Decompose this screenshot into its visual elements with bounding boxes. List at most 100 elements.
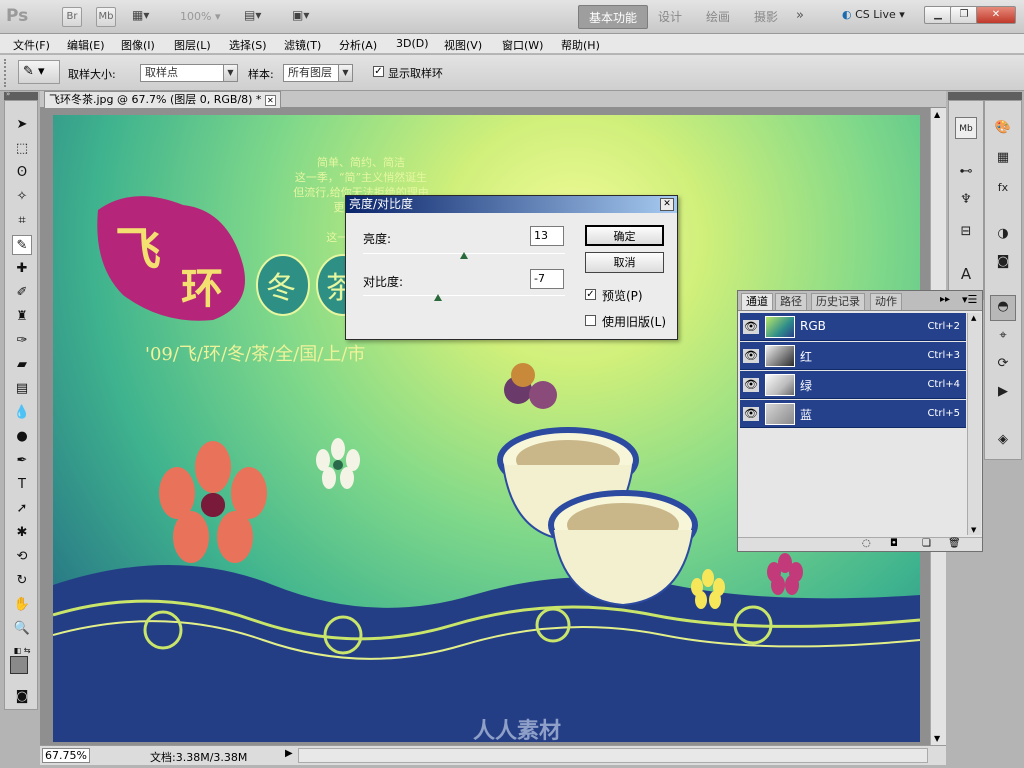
eye-icon[interactable]: 👁: [743, 320, 759, 334]
channel-row-blue[interactable]: 👁 蓝 Ctrl+5: [740, 400, 966, 428]
load-channel-as-selection-icon[interactable]: ◌: [862, 538, 871, 549]
more-workspaces-icon[interactable]: »: [796, 8, 804, 23]
save-selection-as-channel-icon[interactable]: ◘: [890, 538, 898, 549]
scroll-down-icon[interactable]: ▼: [971, 526, 976, 534]
swatches-icon[interactable]: ▦: [992, 147, 1014, 169]
brush-presets-icon[interactable]: ⊷: [955, 161, 977, 183]
panel-scrollbar[interactable]: ▲ ▼: [967, 313, 981, 535]
eye-icon[interactable]: 👁: [743, 407, 759, 421]
new-channel-icon[interactable]: ❏: [922, 538, 931, 549]
panel-menu-icon[interactable]: ▾☰: [962, 293, 977, 306]
menu-3d[interactable]: 3D(D): [396, 37, 429, 50]
crop-tool-icon[interactable]: ⌗: [12, 211, 32, 231]
3d-orbit-tool-icon[interactable]: ↻: [12, 571, 32, 591]
scroll-up-icon[interactable]: ▲: [934, 110, 940, 119]
menu-select[interactable]: 选择(S): [229, 37, 267, 53]
sample-layers-select[interactable]: 所有图层 ▼: [283, 64, 353, 82]
channel-row-red[interactable]: 👁 红 Ctrl+3: [740, 342, 966, 370]
contrast-slider-track[interactable]: [363, 295, 565, 296]
clone-stamp-tool-icon[interactable]: ♜: [12, 307, 32, 327]
move-tool-icon[interactable]: ➤: [12, 115, 32, 135]
shape-tool-icon[interactable]: ✱: [12, 523, 32, 543]
bridge-button[interactable]: Br: [62, 7, 82, 27]
show-sampling-ring-checkbox[interactable]: ✓: [373, 66, 384, 77]
cs-live-button[interactable]: ◐ CS Live ▾: [842, 8, 905, 21]
mini-bridge-button[interactable]: Mb: [96, 7, 116, 27]
menu-layer[interactable]: 图层(L): [174, 37, 211, 53]
workspace-photography[interactable]: 摄影: [744, 5, 788, 29]
brightness-input[interactable]: 13: [530, 226, 564, 246]
tool-preset-picker[interactable]: ✎ ▾: [18, 60, 60, 84]
restore-button[interactable]: ❐: [950, 6, 978, 24]
foreground-color-swatch[interactable]: [10, 656, 28, 674]
adjustments-icon[interactable]: ◑: [992, 223, 1014, 245]
paths-panel-icon[interactable]: ⌖: [992, 325, 1014, 347]
workspace-essentials[interactable]: 基本功能: [578, 5, 649, 29]
gradient-tool-icon[interactable]: ▤: [12, 379, 32, 399]
eye-icon[interactable]: 👁: [743, 349, 759, 363]
dodge-tool-icon[interactable]: ●: [12, 427, 32, 447]
contrast-input[interactable]: -7: [530, 269, 564, 289]
quick-mask-icon[interactable]: ◙: [12, 687, 32, 707]
document-tab[interactable]: 飞环冬茶.jpg @ 67.7% (图层 0, RGB/8) * ✕: [44, 91, 281, 108]
masks-icon[interactable]: ◙: [992, 251, 1014, 273]
3d-rotate-tool-icon[interactable]: ⟲: [12, 547, 32, 567]
contrast-slider-handle[interactable]: [433, 294, 442, 301]
blur-tool-icon[interactable]: 💧: [12, 403, 32, 423]
eye-icon[interactable]: 👁: [743, 378, 759, 392]
sample-size-select[interactable]: 取样点 ▼: [140, 64, 238, 82]
tab-actions[interactable]: 动作: [870, 293, 902, 310]
menu-edit[interactable]: 编辑(E): [67, 37, 105, 53]
clone-source-icon[interactable]: ♆: [955, 189, 977, 211]
menu-file[interactable]: 文件(F): [13, 37, 50, 53]
channel-row-rgb[interactable]: 👁 RGB Ctrl+2: [740, 313, 966, 341]
character-panel-icon[interactable]: A: [955, 263, 977, 285]
minimize-button[interactable]: ▁: [924, 6, 952, 24]
eraser-tool-icon[interactable]: ▰: [12, 355, 32, 375]
menu-view[interactable]: 视图(V): [444, 37, 482, 53]
marquee-tool-icon[interactable]: ⬚: [12, 139, 32, 159]
tab-history[interactable]: 历史记录: [811, 293, 865, 310]
tab-channels[interactable]: 通道: [741, 293, 773, 310]
spot-healing-tool-icon[interactable]: ✚: [12, 259, 32, 279]
screen-mode-icon[interactable]: ▣▾: [292, 8, 309, 22]
zoom-tool-icon[interactable]: 🔍: [12, 619, 32, 639]
tools-panel-header[interactable]: »: [4, 90, 38, 100]
workspace-design[interactable]: 设计: [648, 5, 692, 29]
channel-row-green[interactable]: 👁 绿 Ctrl+4: [740, 371, 966, 399]
menu-window[interactable]: 窗口(W): [502, 37, 543, 53]
brightness-slider-handle[interactable]: [460, 252, 468, 259]
tool-presets-icon[interactable]: ⊟: [955, 221, 977, 243]
quick-selection-tool-icon[interactable]: ✧: [12, 187, 32, 207]
cancel-button[interactable]: 取消: [585, 252, 664, 273]
styles-fx-icon[interactable]: fx: [992, 177, 1014, 199]
view-extras-icon[interactable]: ▦▾: [132, 8, 164, 26]
actions-panel-icon[interactable]: ▶: [992, 381, 1014, 403]
layers-panel-icon[interactable]: ◈: [992, 429, 1014, 451]
tab-paths[interactable]: 路径: [775, 293, 807, 310]
workspace-painting[interactable]: 绘画: [696, 5, 740, 29]
brush-tool-icon[interactable]: ✐: [12, 283, 32, 303]
status-menu-icon[interactable]: ▶: [285, 748, 293, 759]
menu-image[interactable]: 图像(I): [121, 37, 155, 53]
dialog-close-icon[interactable]: ✕: [660, 198, 674, 211]
close-tab-icon[interactable]: ✕: [264, 95, 276, 106]
delete-channel-icon[interactable]: 🗑: [948, 538, 961, 549]
collapse-panel-icon[interactable]: ▸▸: [940, 294, 950, 305]
mini-bridge-panel-icon[interactable]: Mb: [955, 117, 977, 139]
arrange-documents-icon[interactable]: ▤▾: [244, 8, 261, 22]
scroll-down-icon[interactable]: ▼: [934, 734, 940, 743]
right-panels-header[interactable]: [948, 92, 1022, 100]
close-button[interactable]: ✕: [976, 6, 1016, 24]
history-brush-tool-icon[interactable]: ✑: [12, 331, 32, 351]
scroll-up-icon[interactable]: ▲: [971, 314, 976, 322]
lasso-tool-icon[interactable]: ʘ: [12, 163, 32, 183]
channels-panel-icon[interactable]: ◓: [990, 295, 1016, 321]
preview-checkbox[interactable]: ✓: [585, 289, 596, 300]
menu-filter[interactable]: 滤镜(T): [284, 37, 321, 53]
menu-help[interactable]: 帮助(H): [561, 37, 600, 53]
use-legacy-checkbox[interactable]: [585, 315, 596, 326]
eyedropper-tool-icon[interactable]: ✎: [12, 235, 32, 255]
ok-button[interactable]: 确定: [585, 225, 664, 246]
color-palette-icon[interactable]: 🎨: [992, 117, 1014, 139]
